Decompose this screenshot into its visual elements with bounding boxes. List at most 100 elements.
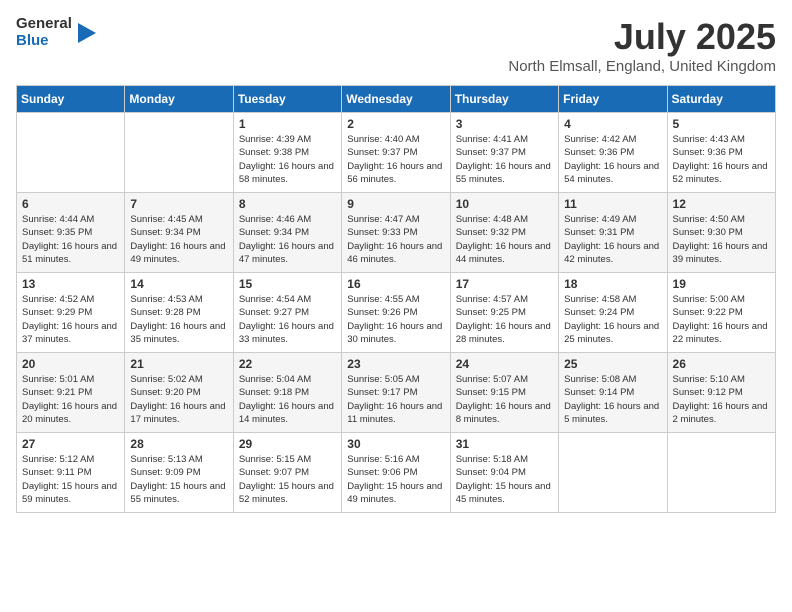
day-of-week-header: Sunday (17, 86, 125, 113)
calendar-cell: 6 Sunrise: 4:44 AMSunset: 9:35 PMDaylight… (17, 193, 125, 273)
day-number: 17 (456, 277, 553, 291)
day-of-week-header: Thursday (450, 86, 558, 113)
day-number: 14 (130, 277, 227, 291)
day-info: Sunrise: 5:15 AMSunset: 9:07 PMDaylight:… (239, 453, 336, 506)
calendar-cell: 21 Sunrise: 5:02 AMSunset: 9:20 PMDayligh… (125, 353, 233, 433)
calendar-week-row: 20 Sunrise: 5:01 AMSunset: 9:21 PMDayligh… (17, 353, 776, 433)
day-info: Sunrise: 4:58 AMSunset: 9:24 PMDaylight:… (564, 293, 661, 346)
logo-blue: Blue (16, 33, 72, 50)
calendar-cell: 20 Sunrise: 5:01 AMSunset: 9:21 PMDayligh… (17, 353, 125, 433)
day-number: 4 (564, 117, 661, 131)
page-header: General Blue July 2025 North Elmsall, En… (16, 16, 776, 75)
calendar-cell: 29 Sunrise: 5:15 AMSunset: 9:07 PMDayligh… (233, 433, 341, 513)
day-number: 31 (456, 437, 553, 451)
day-number: 23 (347, 357, 444, 371)
logo: General Blue (16, 16, 96, 49)
day-number: 3 (456, 117, 553, 131)
day-number: 16 (347, 277, 444, 291)
calendar-cell: 24 Sunrise: 5:07 AMSunset: 9:15 PMDayligh… (450, 353, 558, 433)
calendar-cell: 27 Sunrise: 5:12 AMSunset: 9:11 PMDayligh… (17, 433, 125, 513)
day-info: Sunrise: 4:42 AMSunset: 9:36 PMDaylight:… (564, 133, 661, 186)
calendar-cell: 18 Sunrise: 4:58 AMSunset: 9:24 PMDayligh… (559, 273, 667, 353)
calendar-cell: 19 Sunrise: 5:00 AMSunset: 9:22 PMDayligh… (667, 273, 775, 353)
day-info: Sunrise: 4:55 AMSunset: 9:26 PMDaylight:… (347, 293, 444, 346)
day-number: 5 (673, 117, 770, 131)
calendar-cell: 4 Sunrise: 4:42 AMSunset: 9:36 PMDaylight… (559, 113, 667, 193)
calendar-cell (17, 113, 125, 193)
calendar-cell: 8 Sunrise: 4:46 AMSunset: 9:34 PMDaylight… (233, 193, 341, 273)
calendar-table: SundayMondayTuesdayWednesdayThursdayFrid… (16, 85, 776, 513)
calendar-cell: 7Sunrise: 4:45 AMSunset: 9:34 PMDaylight… (125, 193, 233, 273)
day-number: 6 (22, 197, 119, 211)
day-info: Sunrise: 5:16 AMSunset: 9:06 PMDaylight:… (347, 453, 444, 506)
day-info: Sunrise: 4:48 AMSunset: 9:32 PMDaylight:… (456, 213, 553, 266)
day-number: 29 (239, 437, 336, 451)
calendar-cell: 9 Sunrise: 4:47 AMSunset: 9:33 PMDaylight… (342, 193, 450, 273)
calendar-cell: 26Sunrise: 5:10 AMSunset: 9:12 PMDayligh… (667, 353, 775, 433)
logo-general: General (16, 16, 72, 33)
day-info: Sunrise: 5:00 AMSunset: 9:22 PMDaylight:… (673, 293, 770, 346)
calendar-cell: 2 Sunrise: 4:40 AMSunset: 9:37 PMDaylight… (342, 113, 450, 193)
day-info: Sunrise: 5:04 AMSunset: 9:18 PMDaylight:… (239, 373, 336, 426)
calendar-cell: 13 Sunrise: 4:52 AMSunset: 9:29 PMDayligh… (17, 273, 125, 353)
day-info: Sunrise: 4:43 AMSunset: 9:36 PMDaylight:… (673, 133, 770, 186)
day-info: Sunrise: 4:39 AMSunset: 9:38 PMDaylight:… (239, 133, 336, 186)
day-info: Sunrise: 4:50 AMSunset: 9:30 PMDaylight:… (673, 213, 770, 266)
calendar-cell: 16 Sunrise: 4:55 AMSunset: 9:26 PMDayligh… (342, 273, 450, 353)
day-info: Sunrise: 4:47 AMSunset: 9:33 PMDaylight:… (347, 213, 444, 266)
day-info: Sunrise: 4:54 AMSunset: 9:27 PMDaylight:… (239, 293, 336, 346)
day-number: 22 (239, 357, 336, 371)
day-of-week-header: Monday (125, 86, 233, 113)
day-info: Sunrise: 4:57 AMSunset: 9:25 PMDaylight:… (456, 293, 553, 346)
day-number: 9 (347, 197, 444, 211)
day-info: Sunrise: 5:10 AMSunset: 9:12 PMDaylight:… (673, 373, 770, 426)
calendar-cell (559, 433, 667, 513)
day-number: 24 (456, 357, 553, 371)
calendar-cell: 17 Sunrise: 4:57 AMSunset: 9:25 PMDayligh… (450, 273, 558, 353)
day-number: 13 (22, 277, 119, 291)
calendar-cell: 22 Sunrise: 5:04 AMSunset: 9:18 PMDayligh… (233, 353, 341, 433)
calendar-cell: 28Sunrise: 5:13 AMSunset: 9:09 PMDayligh… (125, 433, 233, 513)
calendar-cell: 15Sunrise: 4:54 AMSunset: 9:27 PMDayligh… (233, 273, 341, 353)
logo-arrow-icon (78, 23, 96, 43)
day-info: Sunrise: 5:02 AMSunset: 9:20 PMDaylight:… (130, 373, 227, 426)
day-of-week-header: Wednesday (342, 86, 450, 113)
day-info: Sunrise: 4:46 AMSunset: 9:34 PMDaylight:… (239, 213, 336, 266)
day-of-week-header: Friday (559, 86, 667, 113)
calendar-cell: 25 Sunrise: 5:08 AMSunset: 9:14 PMDayligh… (559, 353, 667, 433)
calendar-body: 1 Sunrise: 4:39 AMSunset: 9:38 PMDaylight… (17, 113, 776, 513)
day-info: Sunrise: 5:12 AMSunset: 9:11 PMDaylight:… (22, 453, 119, 506)
calendar-cell (667, 433, 775, 513)
day-info: Sunrise: 5:08 AMSunset: 9:14 PMDaylight:… (564, 373, 661, 426)
day-of-week-header: Tuesday (233, 86, 341, 113)
calendar-cell: 3 Sunrise: 4:41 AMSunset: 9:37 PMDaylight… (450, 113, 558, 193)
day-number: 20 (22, 357, 119, 371)
day-number: 10 (456, 197, 553, 211)
day-number: 19 (673, 277, 770, 291)
day-number: 27 (22, 437, 119, 451)
day-number: 18 (564, 277, 661, 291)
calendar-cell: 30Sunrise: 5:16 AMSunset: 9:06 PMDayligh… (342, 433, 450, 513)
day-info: Sunrise: 4:52 AMSunset: 9:29 PMDaylight:… (22, 293, 119, 346)
day-info: Sunrise: 5:07 AMSunset: 9:15 PMDaylight:… (456, 373, 553, 426)
day-info: Sunrise: 4:44 AMSunset: 9:35 PMDaylight:… (22, 213, 119, 266)
day-info: Sunrise: 4:41 AMSunset: 9:37 PMDaylight:… (456, 133, 553, 186)
day-number: 2 (347, 117, 444, 131)
day-info: Sunrise: 5:13 AMSunset: 9:09 PMDaylight:… (130, 453, 227, 506)
day-number: 25 (564, 357, 661, 371)
calendar-cell: 10 Sunrise: 4:48 AMSunset: 9:32 PMDayligh… (450, 193, 558, 273)
day-number: 21 (130, 357, 227, 371)
day-info: Sunrise: 4:40 AMSunset: 9:37 PMDaylight:… (347, 133, 444, 186)
day-info: Sunrise: 5:01 AMSunset: 9:21 PMDaylight:… (22, 373, 119, 426)
day-number: 7 (130, 197, 227, 211)
calendar-cell: 1 Sunrise: 4:39 AMSunset: 9:38 PMDaylight… (233, 113, 341, 193)
day-number: 1 (239, 117, 336, 131)
calendar-cell: 11Sunrise: 4:49 AMSunset: 9:31 PMDayligh… (559, 193, 667, 273)
calendar-cell: 23Sunrise: 5:05 AMSunset: 9:17 PMDayligh… (342, 353, 450, 433)
day-number: 12 (673, 197, 770, 211)
calendar-week-row: 1 Sunrise: 4:39 AMSunset: 9:38 PMDaylight… (17, 113, 776, 193)
calendar-header-row: SundayMondayTuesdayWednesdayThursdayFrid… (17, 86, 776, 113)
calendar-cell (125, 113, 233, 193)
day-number: 8 (239, 197, 336, 211)
month-title: July 2025 (508, 16, 776, 58)
